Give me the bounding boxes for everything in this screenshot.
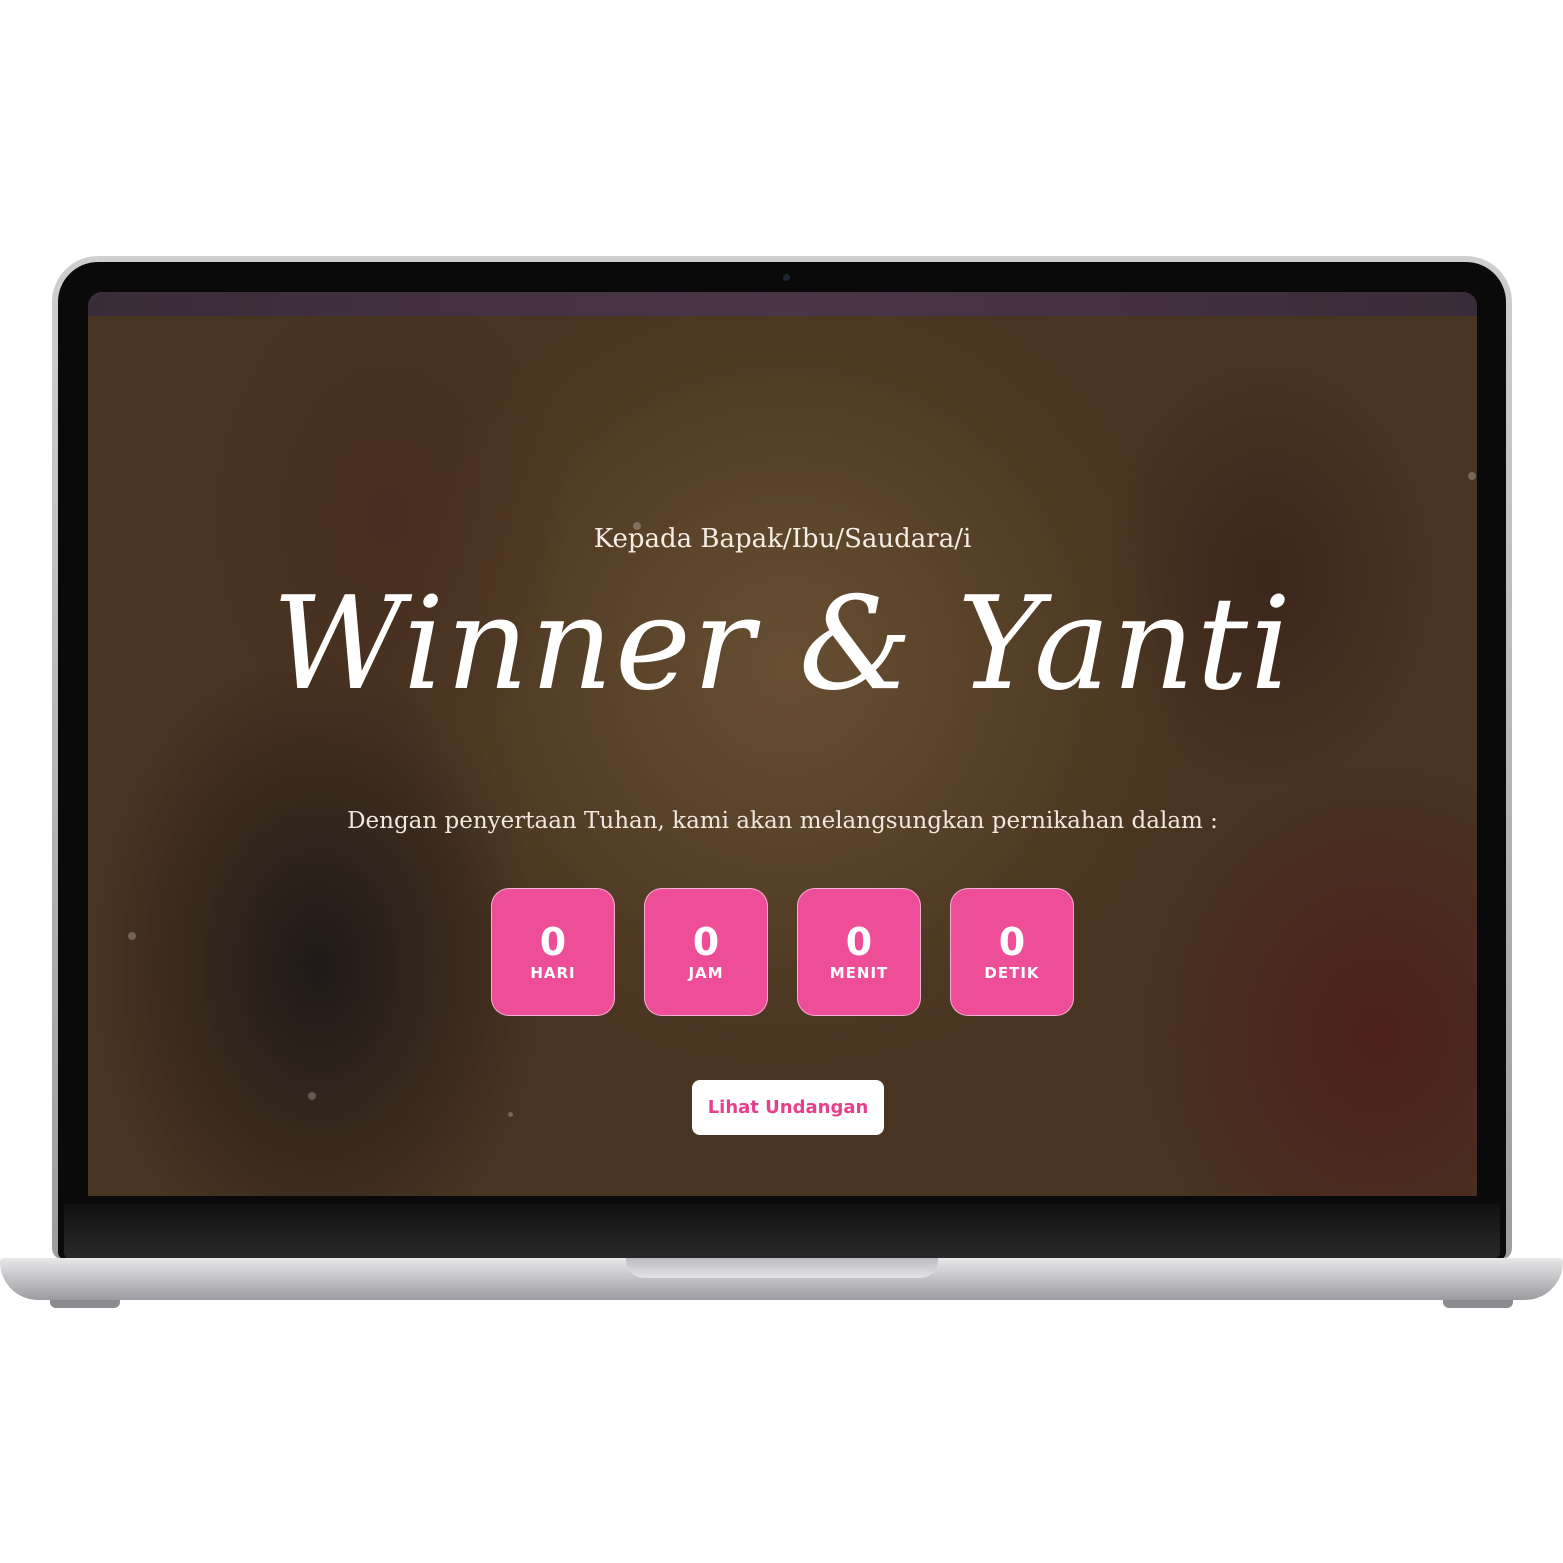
laptop-screen: Kepada Bapak/Ibu/Saudara/i Winner & Yant… — [88, 292, 1477, 1196]
countdown-timer: 0 HARI 0 JAM 0 MENIT 0 DETIK — [88, 888, 1477, 1016]
laptop-base — [0, 1258, 1563, 1300]
countdown-minutes: 0 MENIT — [797, 888, 921, 1016]
countdown-minutes-label: MENIT — [829, 964, 889, 982]
sparkle-dot — [1468, 472, 1476, 480]
laptop-chin — [64, 1204, 1500, 1260]
laptop-bezel: Kepada Bapak/Ibu/Saudara/i Winner & Yant… — [58, 262, 1506, 1260]
laptop-mockup: Kepada Bapak/Ibu/Saudara/i Winner & Yant… — [0, 0, 1563, 1563]
laptop-foot-left — [50, 1300, 120, 1308]
countdown-seconds-value: 0 — [998, 920, 1026, 964]
background-overlay — [88, 316, 1477, 1196]
open-invitation-button[interactable]: Lihat Undangan — [692, 1080, 884, 1135]
camera-notch — [704, 262, 870, 292]
menu-bar-strip — [88, 292, 1477, 316]
countdown-minutes-value: 0 — [845, 920, 873, 964]
sparkle-dot — [308, 1092, 316, 1100]
countdown-days-label: HARI — [530, 964, 576, 982]
countdown-hours: 0 JAM — [644, 888, 768, 1016]
countdown-hours-label: JAM — [688, 964, 724, 982]
guest-greeting: Kepada Bapak/Ibu/Saudara/i — [593, 524, 972, 554]
wedding-intro-text: Dengan penyertaan Tuhan, kami akan melan… — [347, 808, 1218, 834]
laptop-foot-right — [1443, 1300, 1513, 1308]
countdown-hours-value: 0 — [692, 920, 720, 964]
countdown-days: 0 HARI — [491, 888, 615, 1016]
countdown-days-value: 0 — [539, 920, 567, 964]
webcam-icon — [783, 274, 790, 281]
countdown-seconds: 0 DETIK — [950, 888, 1074, 1016]
lid-opening-groove — [626, 1258, 938, 1278]
countdown-seconds-label: DETIK — [984, 964, 1040, 982]
couple-names-title: Winner & Yanti — [271, 570, 1294, 719]
laptop-lid: Kepada Bapak/Ibu/Saudara/i Winner & Yant… — [52, 256, 1512, 1260]
sparkle-dot — [508, 1112, 513, 1117]
